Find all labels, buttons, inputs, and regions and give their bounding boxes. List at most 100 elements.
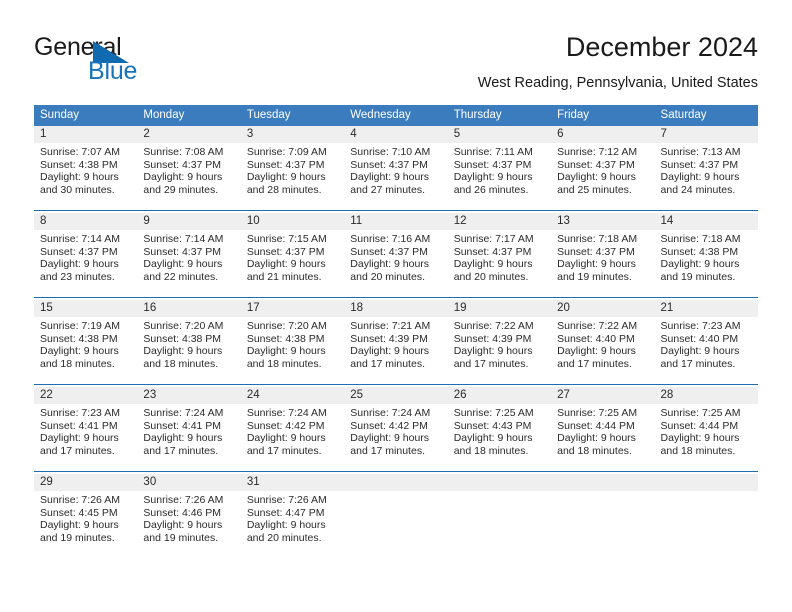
day-number [447, 474, 552, 491]
sunset-text: Sunset: 4:44 PM [660, 419, 739, 432]
day-cell[interactable]: 3 Sunrise: 7:09 AM Sunset: 4:37 PM Dayli… [240, 126, 345, 211]
daylight-text-line1: Daylight: 9 hours [557, 258, 636, 271]
day-details: Sunrise: 7:25 AM Sunset: 4:44 PM Dayligh… [551, 404, 654, 457]
day-number: 18 [344, 300, 448, 317]
day-cell[interactable]: 1 Sunrise: 7:07 AM Sunset: 4:38 PM Dayli… [34, 126, 138, 211]
day-details: Sunrise: 7:15 AM Sunset: 4:37 PM Dayligh… [241, 230, 344, 283]
day-cell[interactable]: 9 Sunrise: 7:14 AM Sunset: 4:37 PM Dayli… [137, 213, 241, 298]
weekday-header-thursday: Thursday [447, 105, 552, 126]
day-number: 20 [551, 300, 655, 317]
day-cell[interactable]: 8 Sunrise: 7:14 AM Sunset: 4:37 PM Dayli… [34, 213, 138, 298]
sunrise-text: Sunrise: 7:23 AM [40, 407, 120, 419]
daylight-text-line1: Daylight: 9 hours [143, 171, 223, 184]
day-cell[interactable]: 15 Sunrise: 7:19 AM Sunset: 4:38 PM Dayl… [34, 300, 138, 385]
day-cell[interactable]: 20 Sunrise: 7:22 AM Sunset: 4:40 PM Dayl… [551, 300, 655, 385]
day-cell-empty [654, 474, 758, 558]
sunset-text: Sunset: 4:39 PM [453, 332, 532, 345]
day-details: Sunrise: 7:14 AM Sunset: 4:37 PM Dayligh… [34, 230, 137, 283]
day-cell[interactable]: 2 Sunrise: 7:08 AM Sunset: 4:37 PM Dayli… [137, 126, 241, 211]
sunrise-text: Sunrise: 7:07 AM [40, 146, 120, 158]
sunrise-text: Sunrise: 7:13 AM [660, 146, 741, 158]
day-cell[interactable]: 23 Sunrise: 7:24 AM Sunset: 4:41 PM Dayl… [137, 387, 241, 472]
day-details: Sunrise: 7:09 AM Sunset: 4:37 PM Dayligh… [241, 143, 344, 196]
weekday-header-row: Sunday Monday Tuesday Wednesday Thursday… [34, 105, 758, 126]
daylight-text-line1: Daylight: 9 hours [40, 345, 119, 358]
weekday-header-tuesday: Tuesday [240, 105, 345, 126]
day-cell[interactable]: 10 Sunrise: 7:15 AM Sunset: 4:37 PM Dayl… [240, 213, 345, 298]
day-details: Sunrise: 7:23 AM Sunset: 4:41 PM Dayligh… [34, 404, 137, 457]
day-cell[interactable]: 11 Sunrise: 7:16 AM Sunset: 4:37 PM Dayl… [344, 213, 448, 298]
brand-logo[interactable]: General Blue [34, 33, 264, 85]
day-details: Sunrise: 7:12 AM Sunset: 4:37 PM Dayligh… [551, 143, 654, 196]
daylight-text-line1: Daylight: 9 hours [246, 345, 326, 358]
month-calendar: Sunday Monday Tuesday Wednesday Thursday… [34, 105, 758, 558]
day-cell[interactable]: 29 Sunrise: 7:26 AM Sunset: 4:45 PM Dayl… [34, 474, 138, 558]
daylight-text-line2: and 29 minutes. [143, 183, 219, 196]
daylight-text-line2: and 17 minutes. [246, 444, 322, 457]
day-details: Sunrise: 7:16 AM Sunset: 4:37 PM Dayligh… [344, 230, 447, 283]
day-number: 26 [447, 387, 552, 404]
day-details: Sunrise: 7:18 AM Sunset: 4:38 PM Dayligh… [655, 230, 758, 283]
day-cell[interactable]: 6 Sunrise: 7:12 AM Sunset: 4:37 PM Dayli… [551, 126, 655, 211]
day-number: 13 [551, 213, 655, 230]
day-cell[interactable]: 14 Sunrise: 7:18 AM Sunset: 4:38 PM Dayl… [654, 213, 758, 298]
day-cell[interactable]: 24 Sunrise: 7:24 AM Sunset: 4:42 PM Dayl… [240, 387, 345, 472]
daylight-text-line2: and 23 minutes. [40, 270, 115, 283]
day-details: Sunrise: 7:18 AM Sunset: 4:37 PM Dayligh… [551, 230, 654, 283]
day-cell-empty [447, 474, 552, 558]
day-number: 4 [344, 126, 448, 143]
day-cell[interactable]: 30 Sunrise: 7:26 AM Sunset: 4:46 PM Dayl… [137, 474, 241, 558]
day-cell[interactable]: 13 Sunrise: 7:18 AM Sunset: 4:37 PM Dayl… [551, 213, 655, 298]
daylight-text-line1: Daylight: 9 hours [246, 519, 326, 532]
day-number: 3 [240, 126, 345, 143]
week-row: 22 Sunrise: 7:23 AM Sunset: 4:41 PM Dayl… [34, 387, 758, 472]
day-cell[interactable]: 7 Sunrise: 7:13 AM Sunset: 4:37 PM Dayli… [654, 126, 758, 211]
day-cell[interactable]: 5 Sunrise: 7:11 AM Sunset: 4:37 PM Dayli… [447, 126, 552, 211]
day-details: Sunrise: 7:11 AM Sunset: 4:37 PM Dayligh… [448, 143, 551, 196]
weekday-header-friday: Friday [551, 105, 655, 126]
day-details: Sunrise: 7:25 AM Sunset: 4:43 PM Dayligh… [448, 404, 551, 457]
day-cell[interactable]: 19 Sunrise: 7:22 AM Sunset: 4:39 PM Dayl… [447, 300, 552, 385]
daylight-text-line2: and 17 minutes. [557, 357, 632, 370]
day-cell[interactable]: 17 Sunrise: 7:20 AM Sunset: 4:38 PM Dayl… [240, 300, 345, 385]
sunset-text: Sunset: 4:42 PM [246, 419, 325, 432]
day-details: Sunrise: 7:20 AM Sunset: 4:38 PM Dayligh… [241, 317, 344, 370]
daylight-text-line2: and 21 minutes. [246, 270, 322, 283]
daylight-text-line1: Daylight: 9 hours [350, 258, 430, 271]
daylight-text-line2: and 30 minutes. [40, 183, 115, 196]
sunset-text: Sunset: 4:38 PM [143, 332, 222, 345]
day-number: 31 [240, 474, 345, 491]
sunset-text: Sunset: 4:38 PM [660, 245, 739, 258]
day-cell[interactable]: 26 Sunrise: 7:25 AM Sunset: 4:43 PM Dayl… [447, 387, 552, 472]
day-number: 17 [240, 300, 345, 317]
day-number: 22 [34, 387, 138, 404]
day-cell[interactable]: 4 Sunrise: 7:10 AM Sunset: 4:37 PM Dayli… [344, 126, 448, 211]
sunrise-text: Sunrise: 7:18 AM [660, 233, 741, 245]
day-cell[interactable]: 22 Sunrise: 7:23 AM Sunset: 4:41 PM Dayl… [34, 387, 138, 472]
day-cell[interactable]: 25 Sunrise: 7:24 AM Sunset: 4:42 PM Dayl… [344, 387, 448, 472]
daylight-text-line1: Daylight: 9 hours [143, 432, 223, 445]
daylight-text-line2: and 20 minutes. [453, 270, 529, 283]
day-cell[interactable]: 18 Sunrise: 7:21 AM Sunset: 4:39 PM Dayl… [344, 300, 448, 385]
daylight-text-line1: Daylight: 9 hours [557, 432, 636, 445]
daylight-text-line2: and 17 minutes. [143, 444, 219, 457]
day-details: Sunrise: 7:17 AM Sunset: 4:37 PM Dayligh… [448, 230, 551, 283]
day-cell[interactable]: 21 Sunrise: 7:23 AM Sunset: 4:40 PM Dayl… [654, 300, 758, 385]
day-cell[interactable]: 27 Sunrise: 7:25 AM Sunset: 4:44 PM Dayl… [551, 387, 655, 472]
daylight-text-line2: and 17 minutes. [660, 357, 736, 370]
day-details: Sunrise: 7:21 AM Sunset: 4:39 PM Dayligh… [344, 317, 447, 370]
day-cell[interactable]: 12 Sunrise: 7:17 AM Sunset: 4:37 PM Dayl… [447, 213, 552, 298]
daylight-text-line2: and 18 minutes. [453, 444, 529, 457]
day-details: Sunrise: 7:25 AM Sunset: 4:44 PM Dayligh… [655, 404, 758, 457]
day-number: 27 [551, 387, 655, 404]
day-details: Sunrise: 7:07 AM Sunset: 4:38 PM Dayligh… [34, 143, 137, 196]
day-cell[interactable]: 31 Sunrise: 7:26 AM Sunset: 4:47 PM Dayl… [240, 474, 345, 558]
day-cell[interactable]: 28 Sunrise: 7:25 AM Sunset: 4:44 PM Dayl… [654, 387, 758, 472]
day-cell[interactable]: 16 Sunrise: 7:20 AM Sunset: 4:38 PM Dayl… [137, 300, 241, 385]
daylight-text-line1: Daylight: 9 hours [40, 519, 119, 532]
sunset-text: Sunset: 4:37 PM [143, 158, 222, 171]
weekday-header-wednesday: Wednesday [344, 105, 448, 126]
day-number: 24 [240, 387, 345, 404]
day-details: Sunrise: 7:24 AM Sunset: 4:42 PM Dayligh… [241, 404, 344, 457]
day-details: Sunrise: 7:26 AM Sunset: 4:46 PM Dayligh… [137, 491, 240, 544]
